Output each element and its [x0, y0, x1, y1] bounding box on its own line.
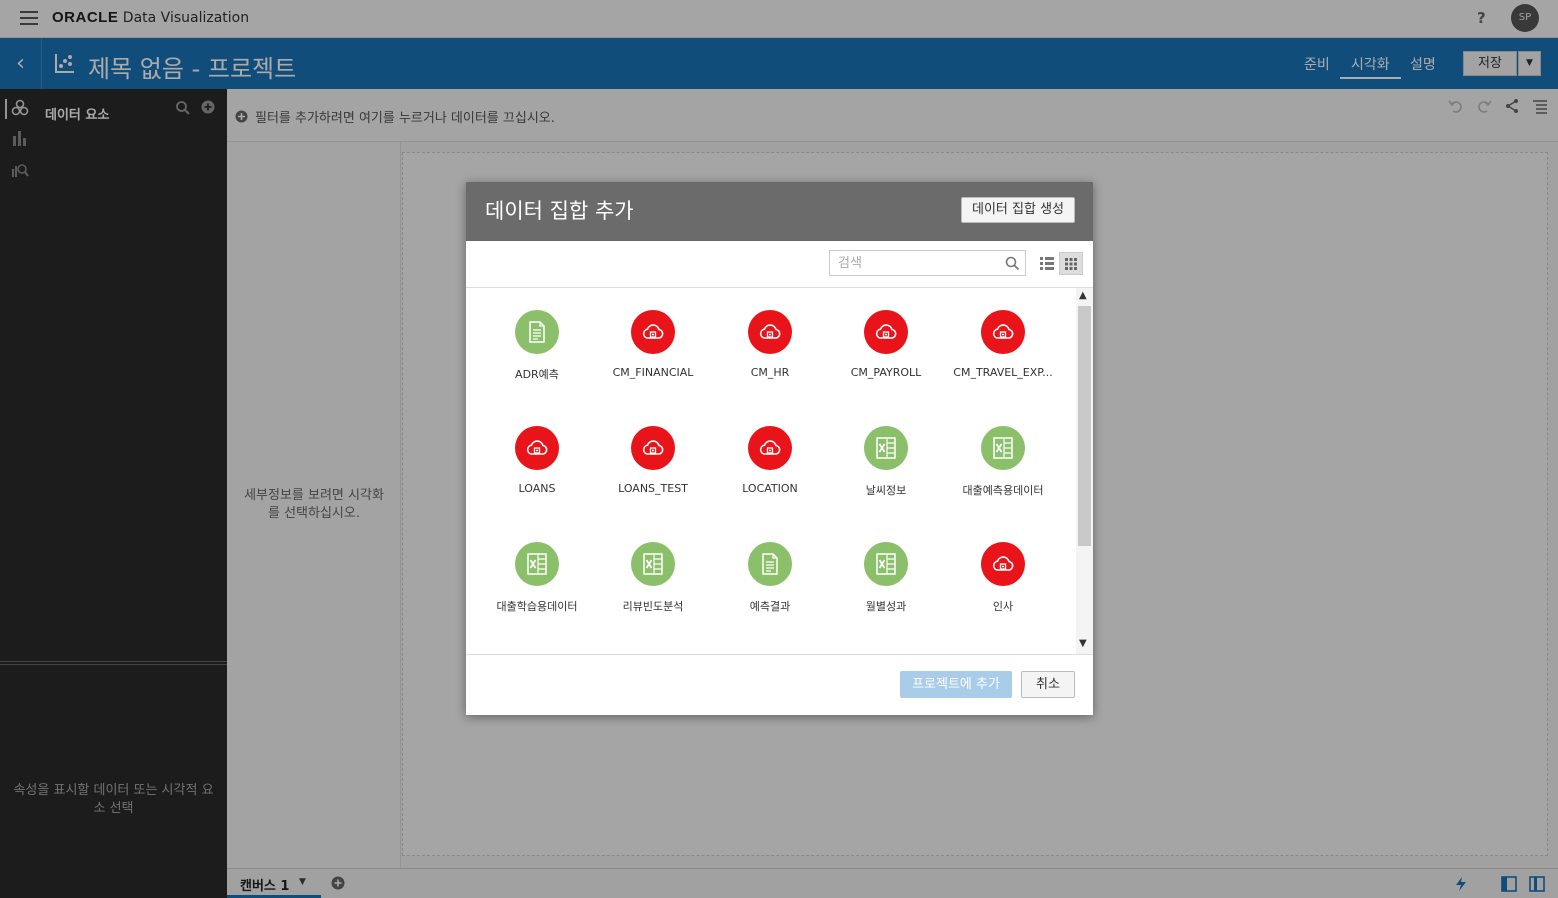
dataset-item[interactable]: 리뷰빈도분석	[595, 520, 711, 620]
cloud-icon	[515, 426, 559, 470]
dataset-label: 날씨정보	[865, 484, 907, 497]
dataset-label: LOANS	[518, 482, 556, 495]
search-icon[interactable]	[1005, 256, 1020, 271]
search-field[interactable]	[829, 250, 1026, 276]
list-view-icon[interactable]	[1036, 252, 1058, 274]
dataset-grid: ADR예측 CM_FINANCIAL CM_HR CM_PAYROLL CM_TRAVE…	[466, 288, 1076, 654]
dataset-label: 대출학습용데이터	[496, 600, 578, 613]
dataset-label: 월별성과	[865, 600, 907, 613]
dialog-title: 데이터 집합 추가	[485, 199, 634, 223]
scroll-up-icon[interactable]: ▲	[1079, 290, 1087, 301]
dataset-item[interactable]: LOANS	[479, 404, 595, 504]
cloud-icon	[631, 426, 675, 470]
excel-icon	[631, 542, 675, 586]
document-icon	[515, 310, 559, 354]
dataset-label: CM_TRAVEL_EXP...	[953, 366, 1053, 379]
dataset-label: 인사	[992, 600, 1014, 613]
search-input[interactable]	[830, 251, 1000, 275]
excel-icon	[864, 542, 908, 586]
grid-view-icon	[1065, 258, 1077, 270]
create-dataset-button[interactable]: 데이터 집합 생성	[961, 197, 1075, 223]
dataset-label: 대출예측용데이터	[962, 484, 1044, 497]
scroll-thumb[interactable]	[1078, 306, 1091, 546]
dataset-item[interactable]: 대출예측용데이터	[945, 404, 1061, 504]
dataset-item[interactable]: ADR예측	[479, 288, 595, 388]
grid-view-button[interactable]	[1059, 252, 1083, 275]
cloud-icon	[981, 542, 1025, 586]
cloud-icon	[864, 310, 908, 354]
dataset-label: LOCATION	[742, 482, 798, 495]
dataset-item[interactable]: 월별성과	[828, 520, 944, 620]
dataset-label: ADR예측	[515, 368, 559, 381]
add-to-project-button[interactable]: 프로젝트에 추가	[900, 671, 1012, 698]
dataset-item[interactable]: CM_TRAVEL_EXP...	[945, 288, 1061, 388]
excel-icon	[515, 542, 559, 586]
scrollbar[interactable]: ▲ ▼	[1076, 288, 1093, 654]
cloud-icon	[631, 310, 675, 354]
excel-icon	[981, 426, 1025, 470]
cloud-icon	[748, 310, 792, 354]
dataset-item[interactable]: 예측결과	[712, 520, 828, 620]
dataset-label: LOANS_TEST	[618, 482, 688, 495]
divider	[466, 654, 1093, 655]
cloud-icon	[981, 310, 1025, 354]
dataset-item[interactable]: 인사	[945, 520, 1061, 620]
dataset-item[interactable]: CM_FINANCIAL	[595, 288, 711, 388]
dialog-header: 데이터 집합 추가 데이터 집합 생성	[466, 182, 1093, 241]
dataset-item[interactable]: 날씨정보	[828, 404, 944, 504]
cancel-button[interactable]: 취소	[1021, 671, 1075, 698]
excel-icon	[864, 426, 908, 470]
dataset-label: CM_PAYROLL	[850, 366, 922, 379]
dataset-item[interactable]: CM_PAYROLL	[828, 288, 944, 388]
cloud-icon	[748, 426, 792, 470]
dataset-label: CM_FINANCIAL	[612, 366, 694, 379]
scroll-down-icon[interactable]: ▼	[1079, 638, 1087, 649]
dataset-label: 예측결과	[749, 600, 791, 613]
document-icon	[748, 542, 792, 586]
dataset-item[interactable]: LOANS_TEST	[595, 404, 711, 504]
dataset-item[interactable]: 대출학습용데이터	[479, 520, 595, 620]
dataset-label: 리뷰빈도분석	[622, 600, 684, 613]
dataset-item[interactable]: CM_HR	[712, 288, 828, 388]
dataset-item[interactable]: LOCATION	[712, 404, 828, 504]
dataset-label: CM_HR	[750, 366, 790, 379]
add-dataset-dialog: 데이터 집합 추가 데이터 집합 생성 ADR예측 CM_FINANCIAL CM_…	[466, 182, 1093, 715]
